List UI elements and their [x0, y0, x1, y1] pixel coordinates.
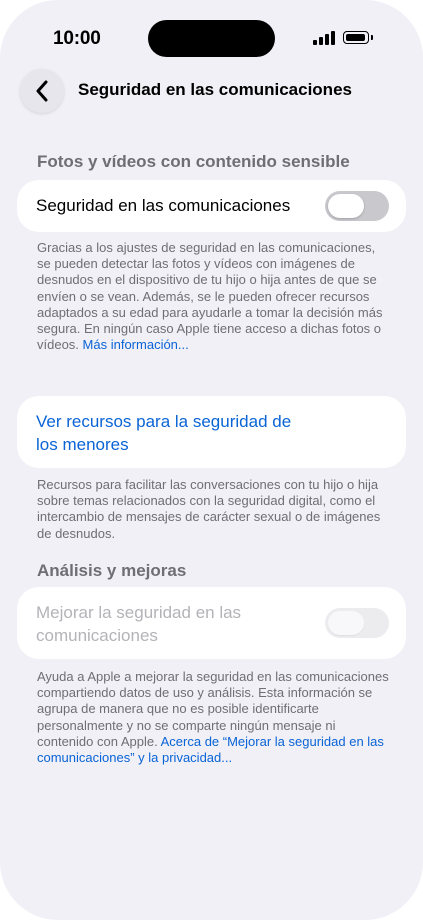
section-footer-resources: Recursos para facilitar las conversacion… — [37, 477, 381, 541]
more-info-link[interactable]: Más información... — [83, 337, 189, 352]
section-header-photos: Fotos y vídeos con contenido sensible — [37, 152, 350, 171]
communication-safety-row: Seguridad en las comunicaciones — [17, 180, 406, 232]
improve-safety-label: Mejorar la seguridad en las comunicacion… — [36, 603, 242, 645]
phone-screen: 10:00 Seguridad en las comunicaciones Fo… — [0, 0, 423, 920]
resources-row[interactable]: Ver recursos para la seguridad de los me… — [17, 396, 406, 468]
improve-safety-row: Mejorar la seguridad en las comunicacion… — [17, 587, 406, 659]
chevron-left-icon — [36, 80, 48, 102]
battery-icon — [343, 31, 373, 44]
dynamic-island — [148, 20, 275, 57]
section-header-analysis: Análisis y mejoras — [37, 561, 187, 580]
photos-footer-text: Gracias a los ajustes de seguridad en la… — [37, 240, 383, 353]
improve-safety-toggle[interactable] — [325, 608, 389, 638]
communication-safety-toggle[interactable] — [325, 191, 389, 221]
section-footer-photos: Gracias a los ajustes de seguridad en la… — [37, 240, 392, 353]
status-bar: 10:00 — [0, 0, 423, 70]
status-time: 10:00 — [53, 28, 101, 49]
section-footer-analysis: Ayuda a Apple a mejorar la seguridad en … — [37, 669, 392, 766]
communication-safety-label: Seguridad en las comunicaciones — [36, 196, 291, 215]
back-button[interactable] — [20, 69, 64, 113]
cellular-signal-icon — [313, 31, 337, 45]
child-safety-resources-link[interactable]: Ver recursos para la seguridad de los me… — [36, 410, 316, 456]
page-title: Seguridad en las comunicaciones — [78, 80, 352, 99]
